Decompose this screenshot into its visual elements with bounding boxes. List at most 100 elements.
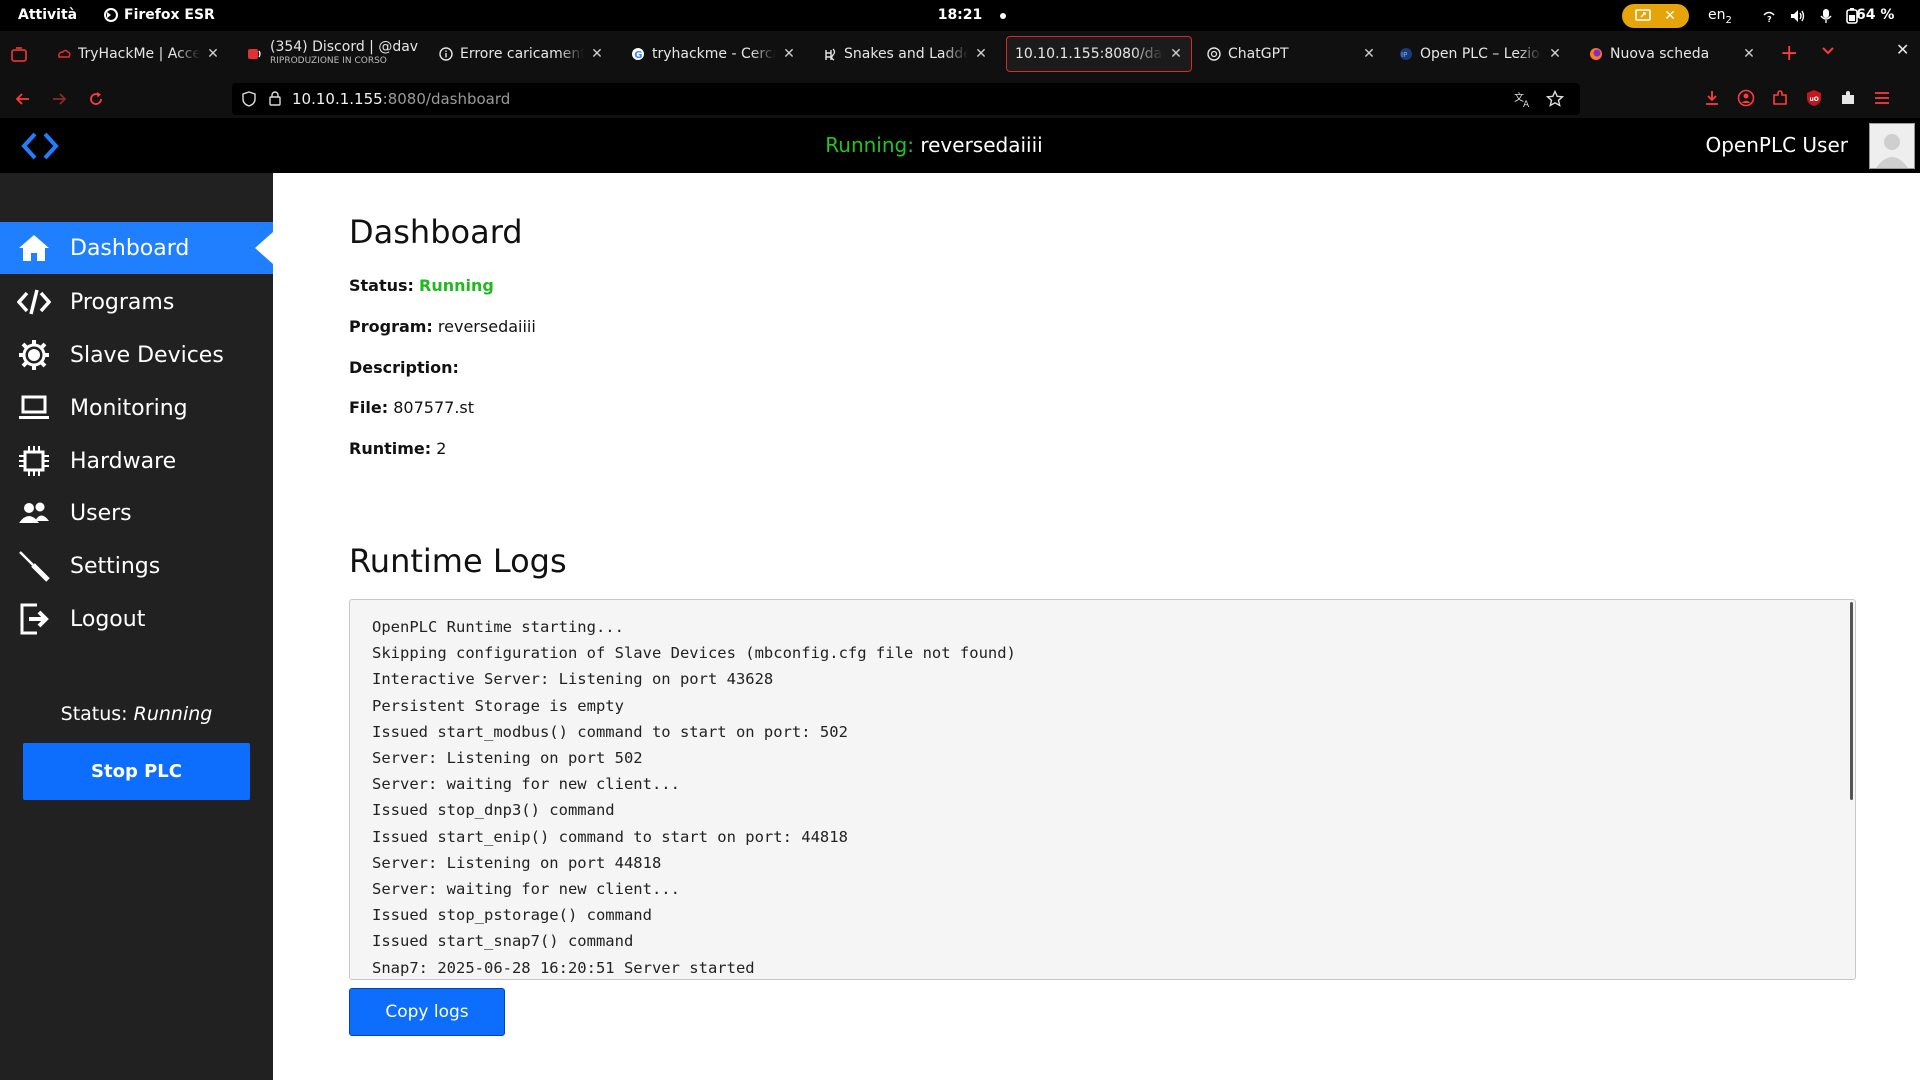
close-tab-icon[interactable]: ✕	[782, 46, 796, 62]
forward-icon[interactable]	[49, 89, 69, 109]
translate-icon[interactable]: 文A	[1514, 90, 1532, 108]
extension-icons: uO	[1703, 89, 1891, 107]
description-label: Description:	[349, 358, 459, 377]
tab-snakes-and-ladder[interactable]: Snakes and Ladder L ✕	[814, 36, 996, 72]
firefox-view-icon[interactable]	[10, 46, 28, 64]
runtime-value: 2	[436, 439, 447, 458]
running-label: Running:	[825, 133, 914, 157]
firefox-icon	[1588, 46, 1604, 62]
close-tab-icon[interactable]: ✕	[1742, 46, 1756, 62]
avatar[interactable]	[1869, 123, 1915, 169]
tab-openplc-dashboard[interactable]: 10.10.1.155:8080/dashb ✕	[1006, 36, 1192, 72]
close-tab-icon[interactable]: ✕	[1362, 46, 1376, 62]
code-icon	[16, 284, 52, 320]
close-tab-icon[interactable]: ✕	[590, 46, 604, 62]
tab-google-search[interactable]: G tryhackme - Cerca co ✕	[622, 36, 804, 72]
ublock-icon[interactable]: uO	[1805, 89, 1823, 107]
url-text[interactable]: 10.10.1.155:8080/dashboard	[292, 83, 510, 115]
sidebar-item-users[interactable]: Users	[0, 487, 273, 539]
url-host: 10.10.1.155	[292, 90, 383, 108]
back-icon[interactable]	[13, 89, 33, 109]
wifi-question-icon: ?	[1763, 11, 1775, 23]
logout-icon	[16, 601, 52, 637]
speaker-icon	[248, 46, 264, 62]
tracking-protection-icon[interactable]	[242, 91, 256, 107]
keyboard-layout-indicator[interactable]: en2	[1708, 0, 1732, 31]
sidebar-item-slave-devices[interactable]: Slave Devices	[0, 329, 273, 381]
svg-text:uO: uO	[1810, 96, 1819, 103]
sidebar-item-monitoring[interactable]: Monitoring	[0, 382, 273, 434]
tab-discord[interactable]: (354) Discord | @dav RIPRODUZIONE IN CORS…	[240, 36, 418, 72]
downloads-icon[interactable]	[1703, 89, 1721, 107]
browser-toolbar: 10.10.1.155:8080/dashboard 文A uO	[0, 79, 1920, 119]
url-bar[interactable]: 10.10.1.155:8080/dashboard 文A	[232, 83, 1580, 115]
list-all-tabs-icon[interactable]	[1820, 43, 1836, 59]
language-label: en	[1708, 7, 1726, 23]
runtime-label: Runtime:	[349, 439, 432, 458]
log-line: Server: waiting for new client...	[372, 880, 680, 899]
sidebar-item-dashboard[interactable]: Dashboard	[0, 222, 273, 274]
sidebar-item-programs[interactable]: Programs	[0, 276, 273, 328]
close-tab-icon[interactable]: ✕	[1169, 46, 1183, 62]
sidebar-item-logout[interactable]: Logout	[0, 593, 273, 645]
program-label: Program:	[349, 317, 433, 336]
sidebar-item-label: Hardware	[70, 448, 177, 474]
bookmark-star-icon[interactable]	[1546, 90, 1564, 108]
log-scrollbar[interactable]	[1850, 602, 1853, 800]
account-icon[interactable]	[1737, 89, 1755, 107]
runtime-log-textarea[interactable]: OpenPLC Runtime starting... Skipping conf…	[349, 599, 1856, 980]
log-line: Issued start_modbus() command to start o…	[372, 722, 848, 741]
activities-button[interactable]: Attività	[18, 0, 77, 31]
extensions-icon[interactable]	[1839, 89, 1857, 107]
laptop-icon	[16, 390, 52, 426]
log-line: Server: waiting for new client...	[372, 775, 680, 794]
users-icon	[16, 495, 52, 531]
tab-nuova-scheda[interactable]: Nuova scheda ✕	[1580, 36, 1764, 72]
sidebar-status-label: Status:	[60, 703, 128, 725]
log-line: Issued stop_dnp3() command	[372, 801, 615, 820]
new-tab-button[interactable]: +	[1780, 41, 1798, 67]
tab-title: tryhackme - Cerca co	[652, 46, 776, 62]
info-icon	[438, 46, 454, 62]
extension-puzzle-icon[interactable]	[1771, 89, 1789, 107]
log-line: Snap7: 2025-06-28 16:20:51 Server starte…	[372, 958, 755, 977]
program-row: Program: reversedaiiii	[349, 317, 536, 336]
menu-icon[interactable]	[1873, 89, 1891, 107]
sidebar-item-label: Settings	[70, 553, 161, 579]
log-line: Issued stop_pstorage() command	[372, 906, 652, 925]
status-label: Status:	[349, 276, 414, 295]
tab-errore-caricamento[interactable]: Errore caricamento p ✕	[430, 36, 612, 72]
lock-icon[interactable]	[268, 90, 282, 106]
sidebar-item-settings[interactable]: Settings	[0, 540, 273, 592]
reload-icon[interactable]	[86, 89, 106, 109]
log-line: OpenPLC Runtime starting...	[372, 618, 624, 636]
user-name[interactable]: OpenPLC User	[1705, 118, 1848, 173]
sidebar-item-label: Logout	[70, 606, 146, 632]
browser-tab-strip: TryHackMe | Access ✕ (354) Discord | @da…	[0, 31, 1920, 79]
app-menu[interactable]: Firefox ESR	[104, 0, 215, 31]
close-tab-icon[interactable]: ✕	[974, 46, 988, 62]
tab-title: (354) Discord | @dav	[270, 39, 418, 55]
openplc-header: Running: reversedaiiii OpenPLC User	[0, 118, 1920, 173]
window-close-icon[interactable]: ✕	[1896, 40, 1909, 59]
stop-plc-button[interactable]: Stop PLC	[23, 743, 250, 800]
screen-share-indicator[interactable]: ✕	[1622, 4, 1689, 28]
system-status-icons[interactable]: ?	[1762, 0, 1858, 31]
tab-tryhackme[interactable]: TryHackMe | Access ✕	[48, 36, 228, 72]
file-value: 807577.st	[393, 398, 475, 417]
close-tab-icon[interactable]: ✕	[206, 46, 220, 62]
copy-logs-button[interactable]: Copy logs	[349, 988, 505, 1036]
stop-share-icon[interactable]: ✕	[1664, 8, 1676, 24]
main-content: Dashboard Status: Running Program: rever…	[273, 173, 1920, 1080]
sidebar-item-hardware[interactable]: Hardware	[0, 435, 273, 487]
log-line: Persistent Storage is empty	[372, 696, 624, 715]
file-row: File: 807577.st	[349, 398, 474, 417]
close-tab-icon[interactable]: ✕	[1548, 46, 1562, 62]
svg-text:IP: IP	[1401, 51, 1407, 59]
chatgpt-icon	[1206, 46, 1222, 62]
openplc-icon: IP	[1398, 46, 1414, 62]
tab-chatgpt[interactable]: ChatGPT ✕	[1198, 36, 1384, 72]
tab-openplc-lezione[interactable]: IP Open PLC – Lezione ✕	[1390, 36, 1570, 72]
svg-text:?: ?	[1767, 15, 1772, 23]
running-status-header: Running: reversedaiiii	[0, 118, 1868, 173]
